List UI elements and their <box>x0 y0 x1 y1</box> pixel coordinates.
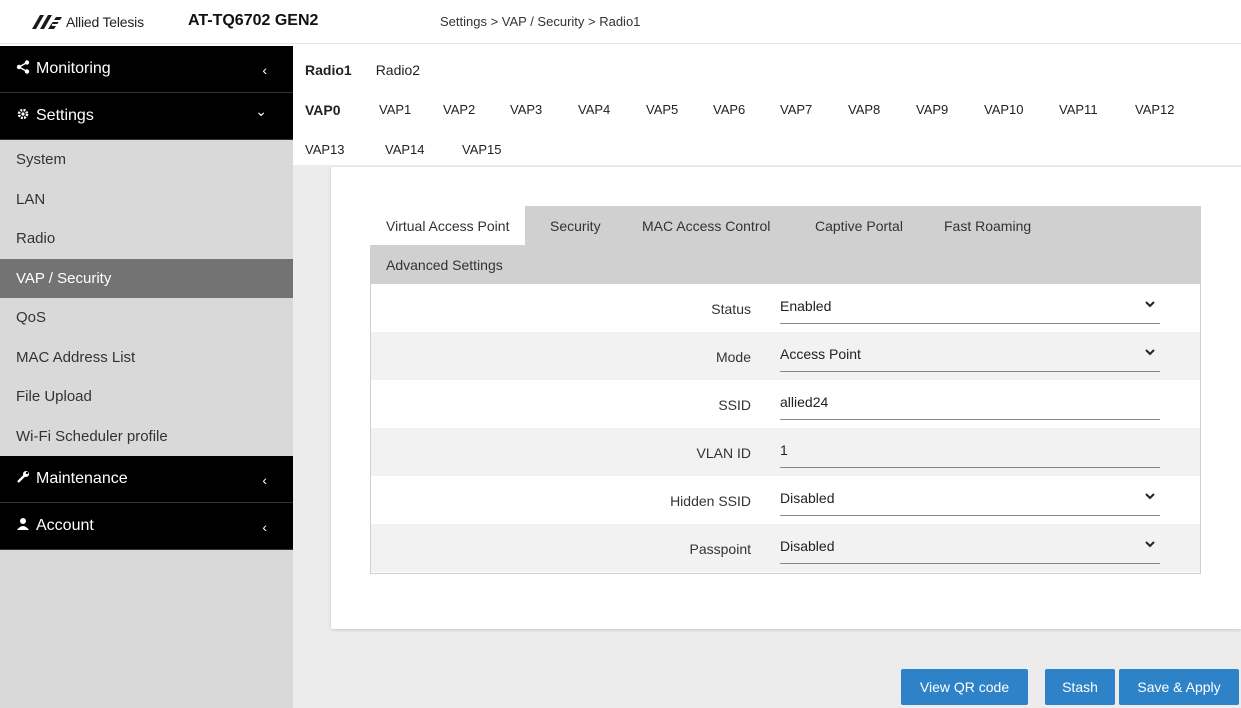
tab-vap4[interactable]: VAP4 <box>578 102 646 118</box>
hidden-ssid-select[interactable]: Disabled <box>780 488 1160 516</box>
vlan-id-input[interactable]: 1 <box>780 440 1160 468</box>
brand-logo: Allied Telesis <box>32 11 144 33</box>
tab-vap1[interactable]: VAP1 <box>379 102 443 118</box>
chevron-down-icon <box>1144 346 1156 361</box>
status-value: Enabled <box>780 298 832 314</box>
tab-vap2[interactable]: VAP2 <box>443 102 510 118</box>
tab-vap11[interactable]: VAP11 <box>1059 102 1135 118</box>
tab-radio1[interactable]: Radio1 <box>305 62 352 78</box>
passpoint-value: Disabled <box>780 538 835 554</box>
form-row-ssid: SSID allied24 <box>371 380 1200 428</box>
hidden-ssid-value: Disabled <box>780 490 835 506</box>
vap-tabs-row-1: VAP0 VAP1 VAP2 VAP3 VAP4 VAP5 VAP6 VAP7 … <box>305 102 1180 118</box>
form-row-hidden-ssid: Hidden SSID Disabled <box>371 476 1200 524</box>
sidebar-section-label: Monitoring <box>36 60 111 77</box>
radio-tabs: Radio1 Radio2 <box>305 62 444 78</box>
sub-tabs: Virtual Access Point Security MAC Access… <box>370 206 1201 284</box>
tab-vap5[interactable]: VAP5 <box>646 102 713 118</box>
sidebar-item-lan[interactable]: LAN <box>0 180 293 220</box>
chevron-down-icon <box>1144 538 1156 553</box>
sidebar-item-vap-security[interactable]: VAP / Security <box>0 258 293 298</box>
tab-vap8[interactable]: VAP8 <box>848 102 916 118</box>
tab-fast-roaming[interactable]: Fast Roaming <box>928 206 1047 245</box>
gear-icon <box>14 107 32 126</box>
user-icon <box>14 517 32 536</box>
sidebar-item-mac-address-list[interactable]: MAC Address List <box>0 338 293 378</box>
tab-mac-access-control[interactable]: MAC Access Control <box>626 206 786 245</box>
ssid-input[interactable]: allied24 <box>780 392 1160 420</box>
view-qr-code-button[interactable]: View QR code <box>901 669 1028 705</box>
tab-vap15[interactable]: VAP15 <box>462 142 522 157</box>
mode-label: Mode <box>715 349 751 365</box>
mode-select[interactable]: Access Point <box>780 344 1160 372</box>
sidebar-section-settings[interactable]: Settings ⌄ <box>0 93 293 140</box>
vap-form: Status Enabled Mode Access Point SSID al… <box>370 284 1201 574</box>
form-row-vlan-id: VLAN ID 1 <box>371 428 1200 476</box>
tab-virtual-access-point[interactable]: Virtual Access Point <box>370 206 526 245</box>
chevron-down-icon <box>1144 298 1156 313</box>
tab-captive-portal[interactable]: Captive Portal <box>799 206 919 245</box>
tabs-area: Radio1 Radio2 VAP0 VAP1 VAP2 VAP3 VAP4 V… <box>293 46 1241 165</box>
tab-vap0[interactable]: VAP0 <box>305 102 379 118</box>
sidebar-item-system[interactable]: System <box>0 140 293 180</box>
tab-vap10[interactable]: VAP10 <box>984 102 1059 118</box>
sidebar-item-qos[interactable]: QoS <box>0 298 293 338</box>
chevron-down-icon: ⌄ <box>255 103 267 119</box>
share-icon <box>14 59 32 79</box>
status-select[interactable]: Enabled <box>780 296 1160 324</box>
sidebar-section-label: Account <box>36 517 94 534</box>
ssid-value: allied24 <box>780 394 829 410</box>
form-row-passpoint: Passpoint Disabled <box>371 524 1200 572</box>
mode-value: Access Point <box>780 346 861 362</box>
chevron-left-icon: ‹ <box>262 519 267 535</box>
sidebar-section-maintenance[interactable]: Maintenance ‹ <box>0 456 293 503</box>
vlan-id-label: VLAN ID <box>696 445 751 461</box>
tab-security[interactable]: Security <box>534 206 617 245</box>
tab-radio2[interactable]: Radio2 <box>376 62 420 78</box>
tab-vap9[interactable]: VAP9 <box>916 102 984 118</box>
tab-vap3[interactable]: VAP3 <box>510 102 578 118</box>
wrench-icon <box>14 470 32 489</box>
passpoint-select[interactable]: Disabled <box>780 536 1160 564</box>
status-label: Status <box>711 301 751 317</box>
brand-name: Allied Telesis <box>66 14 144 30</box>
passpoint-label: Passpoint <box>689 541 751 557</box>
tab-vap7[interactable]: VAP7 <box>780 102 848 118</box>
sidebar-section-monitoring[interactable]: Monitoring ‹ <box>0 46 293 93</box>
top-header: Allied Telesis AT-TQ6702 GEN2 Settings >… <box>0 0 1241 44</box>
sidebar-item-wifi-scheduler[interactable]: Wi-Fi Scheduler profile <box>0 417 293 457</box>
tab-advanced-settings[interactable]: Advanced Settings <box>370 245 519 284</box>
form-row-status: Status Enabled <box>371 284 1200 332</box>
vap-tabs-row-2: VAP13 VAP14 VAP15 <box>305 142 522 157</box>
sidebar-section-label: Settings <box>36 107 94 124</box>
sidebar: Monitoring ‹ Settings ⌄ System LAN Radio… <box>0 46 293 708</box>
vlan-id-value: 1 <box>780 442 788 458</box>
hidden-ssid-label: Hidden SSID <box>670 493 751 509</box>
tab-vap6[interactable]: VAP6 <box>713 102 780 118</box>
sidebar-item-file-upload[interactable]: File Upload <box>0 377 293 417</box>
form-row-mode: Mode Access Point <box>371 332 1200 380</box>
product-name: AT-TQ6702 GEN2 <box>188 12 319 29</box>
sidebar-section-label: Maintenance <box>36 470 128 487</box>
chevron-left-icon: ‹ <box>262 62 267 78</box>
allied-telesis-logo-icon <box>32 15 62 29</box>
tab-vap14[interactable]: VAP14 <box>385 142 462 157</box>
breadcrumb: Settings > VAP / Security > Radio1 <box>440 14 641 29</box>
sidebar-item-radio[interactable]: Radio <box>0 219 293 259</box>
sidebar-section-account[interactable]: Account ‹ <box>0 503 293 550</box>
stash-button[interactable]: Stash <box>1045 669 1115 705</box>
tab-vap13[interactable]: VAP13 <box>305 142 385 157</box>
ssid-label: SSID <box>718 397 751 413</box>
chevron-down-icon <box>1144 490 1156 505</box>
save-apply-button[interactable]: Save & Apply <box>1119 669 1239 705</box>
chevron-left-icon: ‹ <box>262 472 267 488</box>
tab-vap12[interactable]: VAP12 <box>1135 102 1180 118</box>
